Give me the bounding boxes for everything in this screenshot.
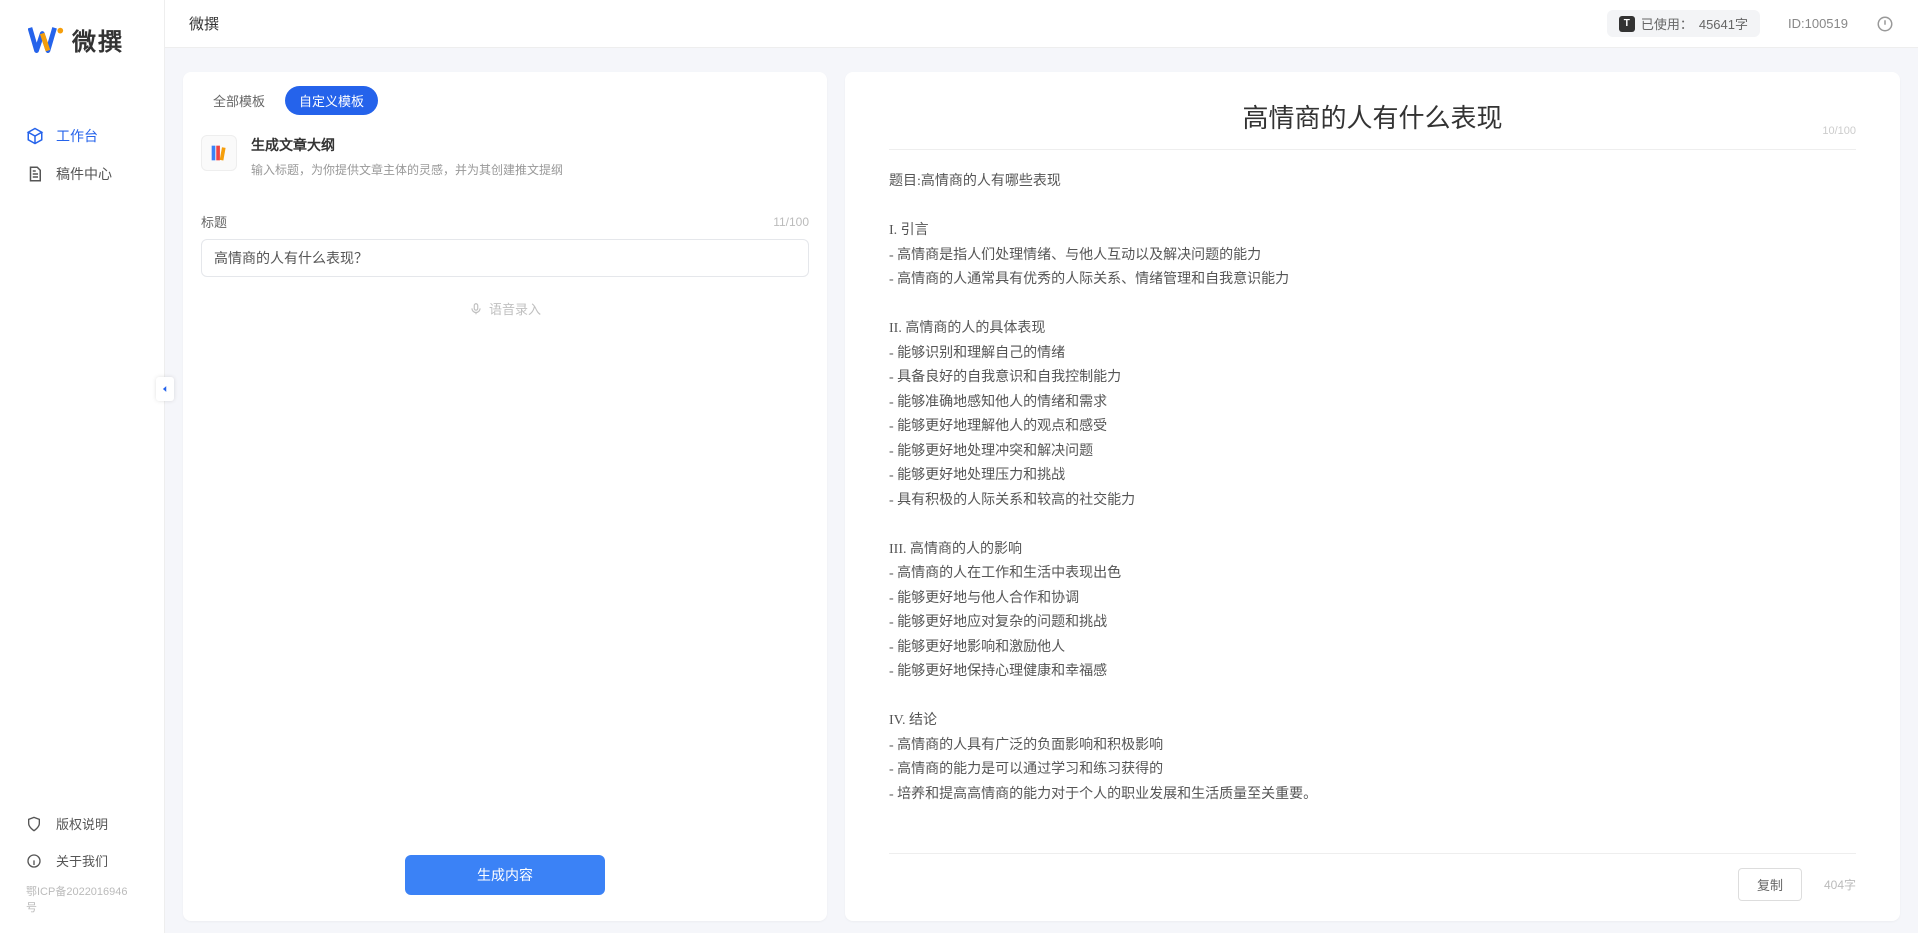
voice-input-label: 语音录入 [489,299,541,318]
tab-custom-templates[interactable]: 自定义模板 [285,86,378,115]
sidebar-item-label: 关于我们 [56,851,108,870]
document-icon [26,165,46,183]
template-desc: 输入标题，为你提供文章主体的灵感，并为其创建推文提纲 [251,161,563,178]
title-char-count: 11/100 [773,215,809,229]
title-input[interactable] [201,239,809,277]
sidebar-bottom: 版权说明 关于我们 鄂ICP备2022016946号 [0,805,164,933]
usage-value: 45641字 [1699,14,1748,33]
sidebar-item-label: 工作台 [56,126,98,146]
template-title: 生成文章大纲 [251,135,563,155]
topbar: 微撰 T 已使用： 45641字 ID:100519 [165,0,1918,48]
sidebar-item-workbench[interactable]: 工作台 [0,117,164,155]
voice-input-button[interactable]: 语音录入 [201,277,809,340]
copy-button[interactable]: 复制 [1738,868,1802,901]
generate-button[interactable]: 生成内容 [405,855,605,895]
power-icon[interactable] [1876,15,1894,33]
icp-text: 鄂ICP备2022016946号 [0,879,164,923]
shield-icon [26,816,46,832]
info-icon [26,853,46,869]
sidebar-collapse-handle[interactable] [156,377,174,401]
output-title: 高情商的人有什么表现 [889,98,1856,135]
sidebar: 微撰 工作台 稿件中心 版权说明 [0,0,165,933]
sidebar-item-about[interactable]: 关于我们 [0,842,164,879]
main-area: 微撰 T 已使用： 45641字 ID:100519 全部模板 自定义模板 [165,0,1918,933]
input-panel: 全部模板 自定义模板 生成文章大纲 输入标题，为你提供文章主体的灵感，并为其创建… [183,72,827,921]
sidebar-item-label: 稿件中心 [56,164,112,184]
user-id: ID:100519 [1788,16,1848,31]
output-title-count: 10/100 [1822,125,1856,137]
template-card: 生成文章大纲 输入标题，为你提供文章主体的灵感，并为其创建推文提纲 [183,119,827,188]
sidebar-nav: 工作台 稿件中心 [0,93,164,805]
usage-pill[interactable]: T 已使用： 45641字 [1607,10,1760,37]
brand-logo: 微撰 [0,0,164,93]
t-badge-icon: T [1619,16,1635,32]
output-word-count: 404字 [1824,876,1856,893]
logo-mark-icon [28,24,66,56]
microphone-icon [469,302,483,316]
output-panel: 高情商的人有什么表现 10/100 题目:高情商的人有哪些表现 I. 引言 - … [845,72,1900,921]
title-label: 标题 [201,212,227,231]
output-body[interactable]: 题目:高情商的人有哪些表现 I. 引言 - 高情商是指人们处理情绪、与他人互动以… [845,150,1900,853]
sidebar-item-drafts[interactable]: 稿件中心 [0,155,164,193]
tab-all-templates[interactable]: 全部模板 [199,86,279,115]
cube-icon [26,127,46,145]
template-tabs: 全部模板 自定义模板 [183,72,827,119]
books-icon [201,135,237,171]
brand-name: 微撰 [72,22,124,57]
usage-prefix: 已使用： [1641,14,1693,33]
sidebar-item-label: 版权说明 [56,814,108,833]
page-title: 微撰 [189,13,219,34]
sidebar-item-copyright[interactable]: 版权说明 [0,805,164,842]
